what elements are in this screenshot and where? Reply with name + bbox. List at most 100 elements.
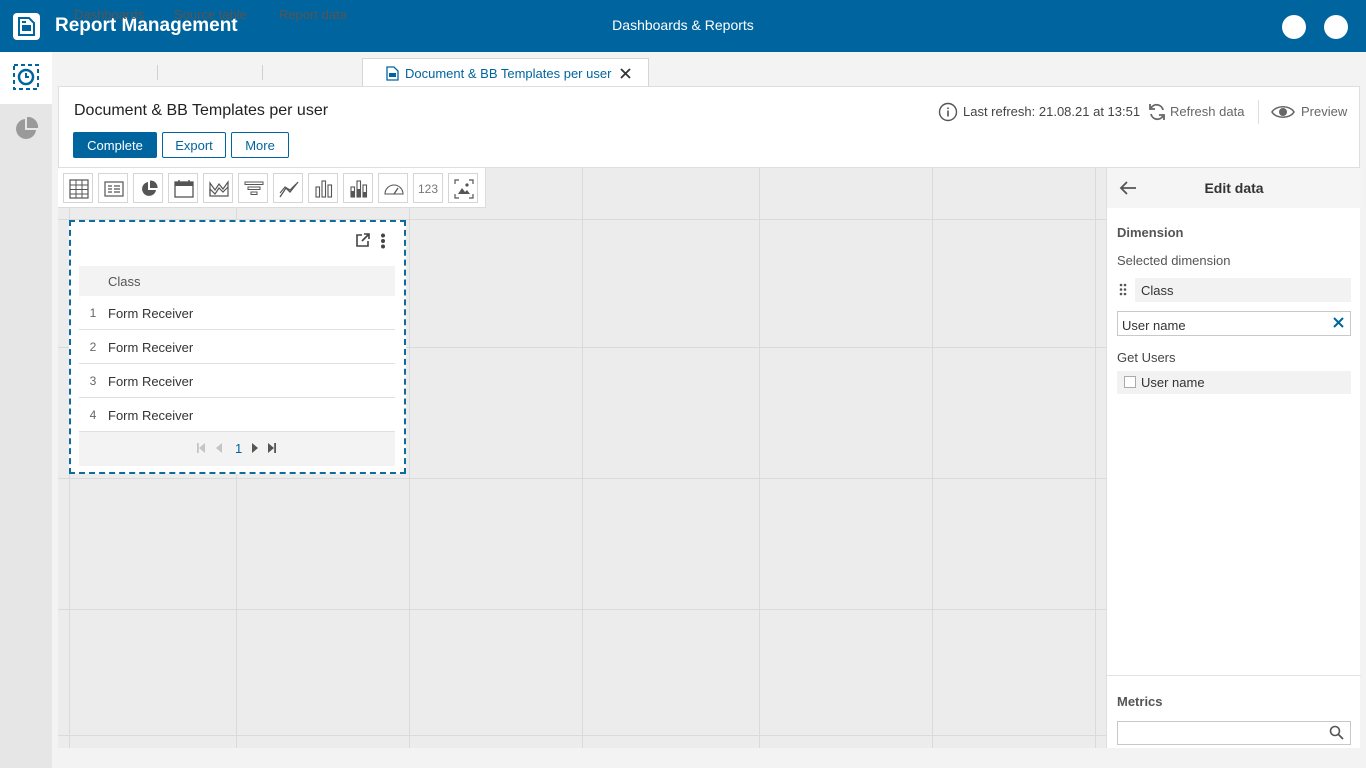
grid-line (582, 168, 583, 748)
tab-source-table[interactable]: Source table (174, 0, 247, 28)
table-header: Class (79, 266, 395, 296)
panel-divider (1107, 675, 1361, 676)
row-value: Form Receiver (108, 374, 194, 389)
search-icon[interactable] (1329, 725, 1344, 740)
add-pie-widget-button[interactable] (133, 173, 163, 203)
line-chart-icon (279, 181, 299, 198)
tab-dashboards[interactable]: Dashboards (74, 0, 144, 28)
add-area-widget-button[interactable] (203, 173, 233, 203)
edit-data-title: Edit data (1204, 180, 1264, 196)
left-rail (0, 52, 52, 768)
table-row[interactable]: 3 Form Receiver (79, 364, 395, 398)
export-button[interactable]: Export (162, 132, 226, 158)
refresh-icon[interactable] (1147, 102, 1167, 122)
table-pager: 1 (79, 432, 395, 466)
table-row[interactable]: 2 Form Receiver (79, 330, 395, 364)
column-header-class[interactable]: Class (108, 274, 141, 289)
add-gauge-widget-button[interactable] (378, 173, 408, 203)
row-number: 2 (89, 340, 97, 354)
tab-document-templates[interactable]: Document & BB Templates per user (362, 58, 649, 87)
clear-search-icon[interactable] (1333, 317, 1344, 328)
dimension-heading: Dimension (1117, 225, 1184, 240)
grid-line (1095, 168, 1096, 748)
grid-line (409, 168, 410, 748)
pie-chart-icon (16, 116, 39, 139)
dashboard-canvas[interactable]: 123 Class 1 Form Receiver 2 Form Receive… (58, 168, 1106, 748)
row-number: 3 (89, 374, 97, 388)
refresh-data-button[interactable]: Refresh data (1170, 104, 1244, 119)
metrics-heading: Metrics (1117, 694, 1163, 709)
bar-chart-icon (315, 180, 333, 198)
report-header: Document & BB Templates per user Complet… (58, 86, 1360, 168)
complete-button[interactable]: Complete (73, 132, 157, 158)
pie-chart-icon (142, 180, 158, 196)
dashboard-clock-icon (13, 64, 39, 90)
row-value: Form Receiver (108, 340, 194, 355)
get-users-group-label: Get Users (1117, 350, 1176, 365)
edit-data-header: Edit data (1107, 168, 1361, 208)
grid-line (58, 478, 1106, 479)
eye-icon[interactable] (1271, 103, 1295, 121)
preview-button[interactable]: Preview (1301, 104, 1347, 119)
more-button[interactable]: More (231, 132, 289, 158)
row-number: 4 (89, 408, 97, 422)
grid-line (932, 168, 933, 748)
rail-item-dashboards[interactable] (0, 52, 52, 104)
number-kpi-label: 123 (417, 182, 439, 196)
metrics-search-input[interactable] (1117, 721, 1351, 745)
table-row[interactable]: 1 Form Receiver (79, 296, 395, 330)
user-name-option-label: User name (1141, 375, 1205, 390)
row-value: Form Receiver (108, 306, 194, 321)
previous-page-icon[interactable] (215, 442, 223, 454)
last-refresh-text: Last refresh: 21.08.21 at 13:51 (963, 104, 1141, 119)
add-bar-widget-button[interactable] (308, 173, 338, 203)
user-name-checkbox[interactable] (1124, 376, 1136, 388)
more-vertical-icon[interactable] (380, 233, 386, 249)
funnel-icon (244, 181, 264, 195)
selected-dimension-label: Selected dimension (1117, 253, 1231, 268)
selected-dimension-chip[interactable]: Class (1135, 278, 1351, 302)
add-stacked-bar-widget-button[interactable] (343, 173, 373, 203)
rail-item-reports[interactable] (0, 104, 52, 156)
row-value: Form Receiver (108, 408, 194, 423)
first-page-icon[interactable] (196, 442, 206, 454)
table-row[interactable]: 4 Form Receiver (79, 398, 395, 432)
info-icon (938, 102, 958, 122)
table-widget[interactable]: Class 1 Form Receiver 2 Form Receiver 3 … (69, 220, 406, 474)
stacked-bar-icon (350, 180, 368, 198)
notifications-avatar[interactable] (1282, 15, 1306, 39)
last-page-icon[interactable] (267, 442, 277, 454)
close-tab-icon[interactable] (620, 68, 631, 79)
tab-report-data[interactable]: Report data (279, 0, 347, 28)
user-avatar[interactable] (1324, 15, 1348, 39)
add-pivot-widget-button[interactable] (98, 173, 128, 203)
document-tab-icon (386, 66, 399, 81)
calendar-icon (174, 180, 194, 198)
area-chart-icon (209, 180, 229, 197)
tab-separator (157, 65, 158, 80)
add-image-widget-button[interactable] (448, 173, 478, 203)
add-table-widget-button[interactable] (63, 173, 93, 203)
drag-handle-icon[interactable] (1119, 283, 1127, 296)
dimension-option-user-name[interactable]: User name (1117, 371, 1351, 394)
tab-document-templates-label: Document & BB Templates per user (405, 66, 612, 81)
row-number: 1 (89, 306, 97, 320)
pivot-icon (104, 181, 124, 197)
header-separator (1258, 100, 1259, 124)
next-page-icon[interactable] (251, 442, 259, 454)
grid-line (759, 168, 760, 748)
add-number-widget-button[interactable]: 123 (413, 173, 443, 203)
current-page-number[interactable]: 1 (235, 441, 242, 456)
add-funnel-widget-button[interactable] (238, 173, 268, 203)
add-line-widget-button[interactable] (273, 173, 303, 203)
dimension-search-input[interactable] (1117, 311, 1351, 336)
image-icon (454, 179, 474, 199)
grid-line (58, 609, 1106, 610)
selected-dimension-value: Class (1141, 283, 1174, 298)
page-title: Document & BB Templates per user (74, 102, 329, 119)
add-calendar-widget-button[interactable] (168, 173, 198, 203)
edit-data-panel: Edit data Dimension Selected dimension C… (1106, 168, 1361, 748)
table-icon (69, 179, 89, 199)
open-external-icon[interactable] (356, 233, 370, 247)
gauge-icon (384, 184, 404, 195)
